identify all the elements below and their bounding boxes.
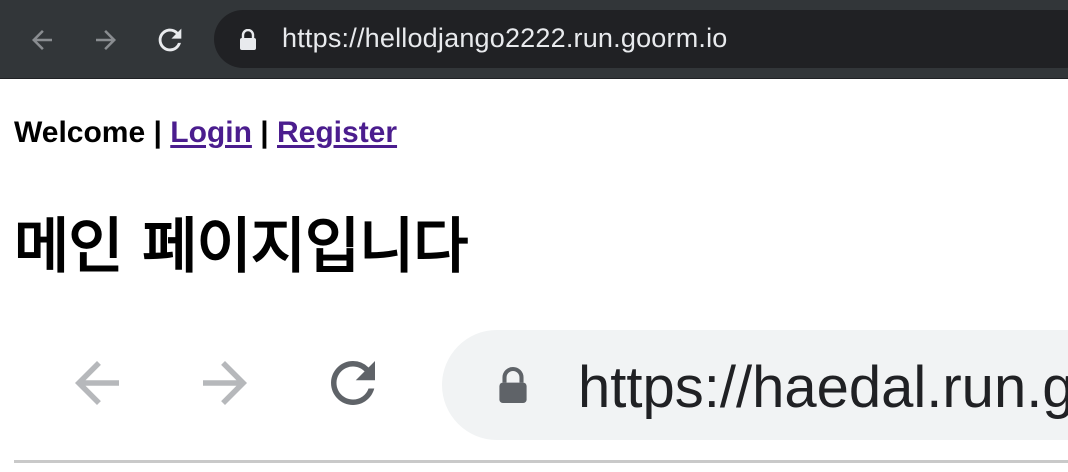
reload-icon: [158, 28, 182, 52]
reload-icon: [331, 361, 375, 405]
separator: |: [260, 116, 269, 149]
browser-toolbar: https://hellodjango2222.run.goorm.io: [0, 0, 1068, 79]
welcome-text: Welcome: [14, 116, 146, 149]
divider: [14, 460, 1068, 463]
page-title: 메인 페이지입니다: [14, 212, 468, 282]
forward-button[interactable]: [86, 20, 126, 60]
arrow-left-icon: [75, 361, 119, 405]
lock-icon: [238, 28, 258, 55]
arrow-right-icon: [96, 30, 116, 50]
embedded-address-bar: https://haedal.run.g: [442, 330, 1068, 440]
address-url[interactable]: https://hellodjango2222.run.goorm.io: [282, 23, 728, 54]
separator: |: [153, 116, 162, 149]
login-link[interactable]: Login: [170, 116, 252, 149]
reload-button[interactable]: [150, 20, 190, 60]
embedded-reload-button: [320, 350, 386, 416]
back-button[interactable]: [22, 20, 62, 60]
embedded-address-url: https://haedal.run.g: [578, 355, 1068, 420]
arrow-right-icon: [203, 361, 247, 405]
embedded-forward-button: [192, 350, 258, 416]
address-bar[interactable]: https://hellodjango2222.run.goorm.io: [214, 10, 1068, 68]
welcome-nav: Welcome | Login | Register: [14, 116, 397, 150]
embedded-browser-image: https://haedal.run.g: [0, 300, 1068, 472]
embedded-back-button: [64, 350, 130, 416]
arrow-left-icon: [32, 30, 52, 50]
register-link[interactable]: Register: [277, 116, 397, 149]
lock-icon: [496, 366, 530, 410]
